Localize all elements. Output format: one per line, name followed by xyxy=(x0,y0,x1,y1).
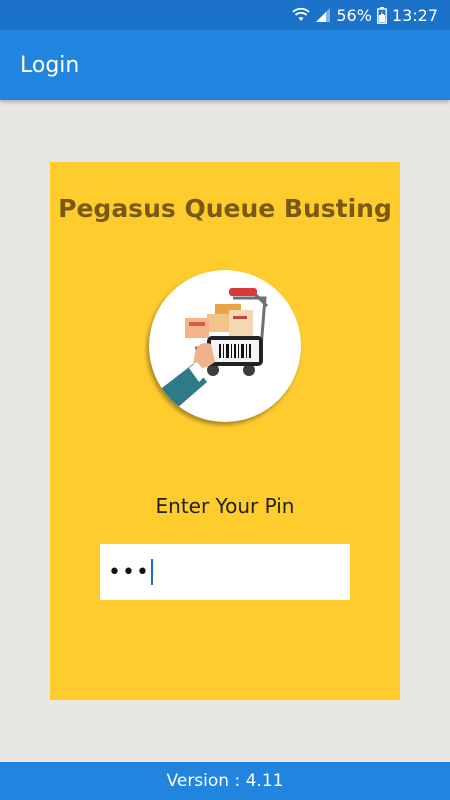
clock: 13:27 xyxy=(391,5,438,25)
status-bar: 56% 13:27 xyxy=(0,0,450,30)
version-footer: Version : 4.11 xyxy=(0,762,450,800)
pin-value: ••• xyxy=(108,559,150,585)
version-label: Version : 4.11 xyxy=(166,771,284,791)
app-heading: Pegasus Queue Busting xyxy=(58,194,392,223)
pin-input[interactable]: ••• xyxy=(100,544,350,600)
battery-icon xyxy=(376,6,387,24)
shopping-cart-phone-barcode-icon xyxy=(149,270,301,422)
battery-percent: 56% xyxy=(336,5,372,25)
signal-icon xyxy=(315,7,331,23)
page-title: Login xyxy=(20,52,80,78)
wifi-icon xyxy=(292,7,310,23)
app-bar: Login xyxy=(0,30,450,100)
login-card: Pegasus Queue Busting Enter Your Pin ••• xyxy=(50,162,400,700)
text-cursor xyxy=(150,559,153,585)
pin-label: Enter Your Pin xyxy=(155,494,295,518)
